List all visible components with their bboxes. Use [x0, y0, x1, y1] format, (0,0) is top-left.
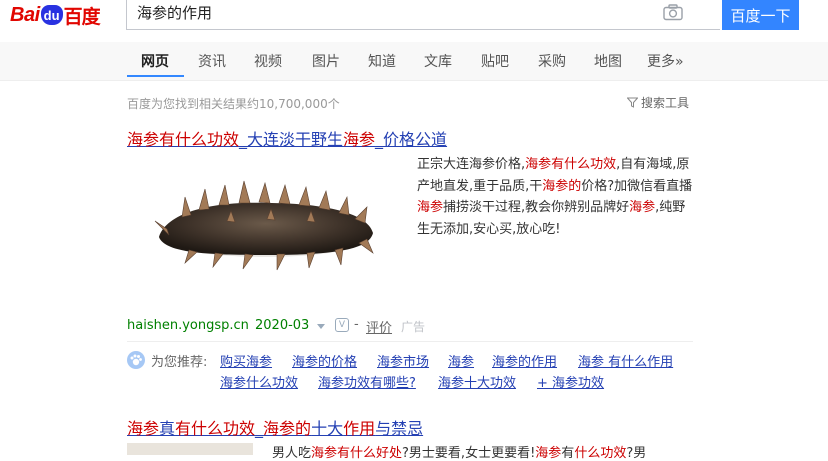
recommend-link[interactable]: 海参的价格 — [292, 351, 357, 370]
tab-purchase[interactable]: 采购 — [538, 51, 566, 71]
tab-more[interactable]: 更多» — [647, 51, 684, 71]
filter-icon — [627, 97, 638, 108]
recommend-link[interactable]: 海参什么功效 — [220, 372, 298, 391]
result-1-description: 正宗大连海参价格,海参有什么功效,自有海域,原产地直发,重于品质,干海参的价格?… — [417, 157, 693, 237]
divider — [127, 341, 693, 342]
ad-label: 广告 — [401, 320, 426, 334]
recommend-link[interactable]: 海参 有什么作用 — [578, 351, 673, 370]
chevron-down-icon[interactable] — [317, 324, 325, 329]
rate-link[interactable]: 评价 — [366, 317, 392, 336]
recommend-link[interactable]: 海参的作用 — [492, 351, 557, 370]
recommend-link[interactable]: 海参 — [448, 351, 474, 370]
tab-web[interactable]: 网页 — [141, 51, 169, 71]
search-tools-button[interactable]: 搜索工具 — [627, 94, 689, 111]
recommend-link[interactable]: 海参功效有哪些? — [318, 372, 416, 391]
logo-text-baidu: 百度 — [63, 6, 101, 28]
result-1-url[interactable]: haishen.yongsp.cn — [127, 318, 249, 333]
logo-text-bai: Bai — [10, 3, 40, 26]
top-bar: Bai du 百度 海参的作用 百度一下 — [0, 0, 828, 42]
tab-video[interactable]: 视频 — [254, 51, 282, 71]
recommend-link[interactable]: + 海参功效 — [537, 372, 604, 391]
search-tools-label: 搜索工具 — [641, 96, 690, 110]
search-query-text: 海参的作用 — [137, 4, 213, 22]
result-2-thumbnail[interactable] — [127, 443, 253, 455]
recommend-link[interactable]: 海参市场 — [377, 351, 429, 370]
baidu-logo[interactable]: Bai du 百度 — [10, 3, 101, 28]
recommend-paw-icon — [127, 351, 145, 369]
result-1-thumbnail[interactable] — [127, 155, 403, 290]
tab-images[interactable]: 图片 — [312, 51, 340, 71]
sea-cucumber-image — [154, 180, 374, 271]
logo-paw-icon: du — [40, 5, 63, 25]
tab-zhidao[interactable]: 知道 — [368, 51, 396, 71]
tab-news[interactable]: 资讯 — [198, 51, 226, 71]
search-button[interactable]: 百度一下 — [722, 0, 799, 30]
result-2-description: 男人吃海参有什么好处?男士要看,女士更要看!海参有什么功效?男 — [272, 446, 647, 461]
tab-wenku[interactable]: 文库 — [424, 51, 452, 71]
verified-v-icon[interactable]: V — [335, 318, 349, 332]
tab-bar: 网页 资讯 视频 图片 知道 文库 贴吧 采购 地图 更多» — [0, 42, 828, 81]
tab-tieba[interactable]: 贴吧 — [481, 51, 509, 71]
camera-icon[interactable] — [663, 4, 683, 21]
separator-dash: - — [354, 317, 359, 332]
search-input[interactable]: 海参的作用 — [126, 0, 720, 30]
recommend-link[interactable]: 海参十大功效 — [438, 372, 516, 391]
result-count: 百度为您找到相关结果约10,700,000个 — [127, 97, 340, 111]
result-1-title[interactable]: 海参有什么功效_大连淡干野生海参_价格公道 — [127, 126, 447, 150]
result-2-title[interactable]: 海参真有什么功效_海参的十大作用与禁忌 — [127, 415, 423, 439]
recommend-label: 为您推荐: — [151, 355, 208, 370]
result-1-date: 2020-03 — [255, 318, 310, 333]
tab-map[interactable]: 地图 — [594, 51, 622, 71]
active-tab-underline — [127, 75, 184, 77]
recommend-link[interactable]: 购买海参 — [220, 351, 272, 370]
